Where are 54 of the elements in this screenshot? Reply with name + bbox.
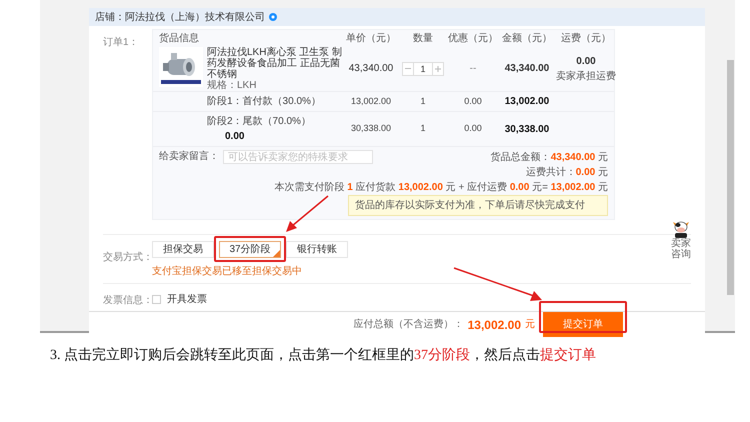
check-corner-icon — [273, 250, 280, 257]
annotation-arrow — [284, 194, 330, 234]
invoice-label: 发票信息： — [103, 295, 153, 306]
trade-option[interactable]: 担保交易 — [152, 241, 214, 258]
total-unit: 元 — [525, 318, 535, 332]
invoice-option[interactable]: 开具发票 — [167, 292, 207, 306]
quantity-stepper[interactable]: 1 — [402, 62, 444, 76]
discount: 0.00 — [464, 122, 482, 136]
store-name: 店铺：阿法拉伐（上海）技术有限公司 — [95, 10, 265, 24]
instruction-text: 3. 点击完立即订购后会跳转至此页面，点击第一个红框里的37分阶段，然后点击提交订单 — [50, 348, 596, 363]
order-label: 订单1： — [103, 37, 139, 48]
message-field[interactable]: 可以告诉卖家您的特殊要求 — [223, 150, 373, 164]
shipping-fee: 0.00 — [576, 54, 596, 68]
column-header: 优惠（元） — [448, 32, 498, 46]
notice-banner: 货品的库存以实际支付为准，下单后请尽快完成支付 — [348, 195, 608, 216]
trade-note: 支付宝担保交易已移至担保交易中 — [152, 264, 303, 279]
stage-shipping: 0.00 — [225, 130, 244, 144]
quantity: 1 — [420, 94, 426, 108]
quantity-value[interactable]: 1 — [414, 62, 432, 74]
scrollbar-thumb[interactable] — [727, 60, 734, 295]
product-spec: 规格：LKH — [207, 80, 258, 90]
minus-icon[interactable] — [403, 62, 414, 74]
column-header: 货品信息 — [158, 32, 200, 46]
column-header: 运费（元） — [561, 32, 611, 46]
stage-label: 阶段2：尾款（70.0%） — [207, 115, 311, 129]
column-header: 单价（元） — [346, 32, 396, 46]
column-header: 金额（元） — [502, 32, 552, 46]
discount: -- — [470, 62, 476, 76]
summary-line: 运费共计：0.00 元 — [526, 166, 608, 180]
invoice-checkbox[interactable] — [152, 294, 161, 304]
highlight-frame — [214, 236, 286, 262]
shipping-note: 卖家承担运费 — [556, 70, 616, 84]
trade-option[interactable]: 银行转账 — [286, 241, 348, 258]
trade-label: 交易方式： — [103, 252, 153, 263]
plus-icon[interactable] — [432, 62, 443, 74]
unit-price: 30,338.00 — [350, 122, 392, 136]
amount: 43,340.00 — [504, 62, 550, 76]
discount: 0.00 — [464, 94, 482, 108]
unit-price: 43,340.00 — [348, 62, 394, 76]
total-amount: 13,002.00 — [468, 316, 521, 334]
column-header: 数量 — [413, 32, 433, 46]
amount: 30,338.00 — [504, 122, 550, 136]
unit-price: 13,002.00 — [350, 94, 392, 108]
summary-line: 本次需支付阶段 1 应付货款 13,002.00 元 + 应付运费 0.00 元= 13,002.00 元 — [274, 180, 608, 195]
chat-label[interactable]: 卖家咨询 — [670, 238, 692, 260]
quantity: 1 — [420, 122, 426, 136]
stage-label: 阶段1：首付款（30.0%） — [207, 95, 321, 109]
trade-option[interactable]: 37分阶段 — [219, 241, 281, 258]
summary-line: 货品总金额：43,340.00 元 — [490, 150, 608, 165]
message-label: 给卖家留言： — [159, 150, 219, 164]
amount: 13,002.00 — [504, 95, 550, 109]
product-name[interactable]: 阿法拉伐LKH离心泵 卫生泵 制药发酵设备食品加工 正品无菌不锈钢 — [207, 46, 344, 80]
total-label: 应付总额（不含运费）： — [354, 318, 464, 332]
chat-widget[interactable]: 卖家咨询 — [670, 218, 692, 260]
